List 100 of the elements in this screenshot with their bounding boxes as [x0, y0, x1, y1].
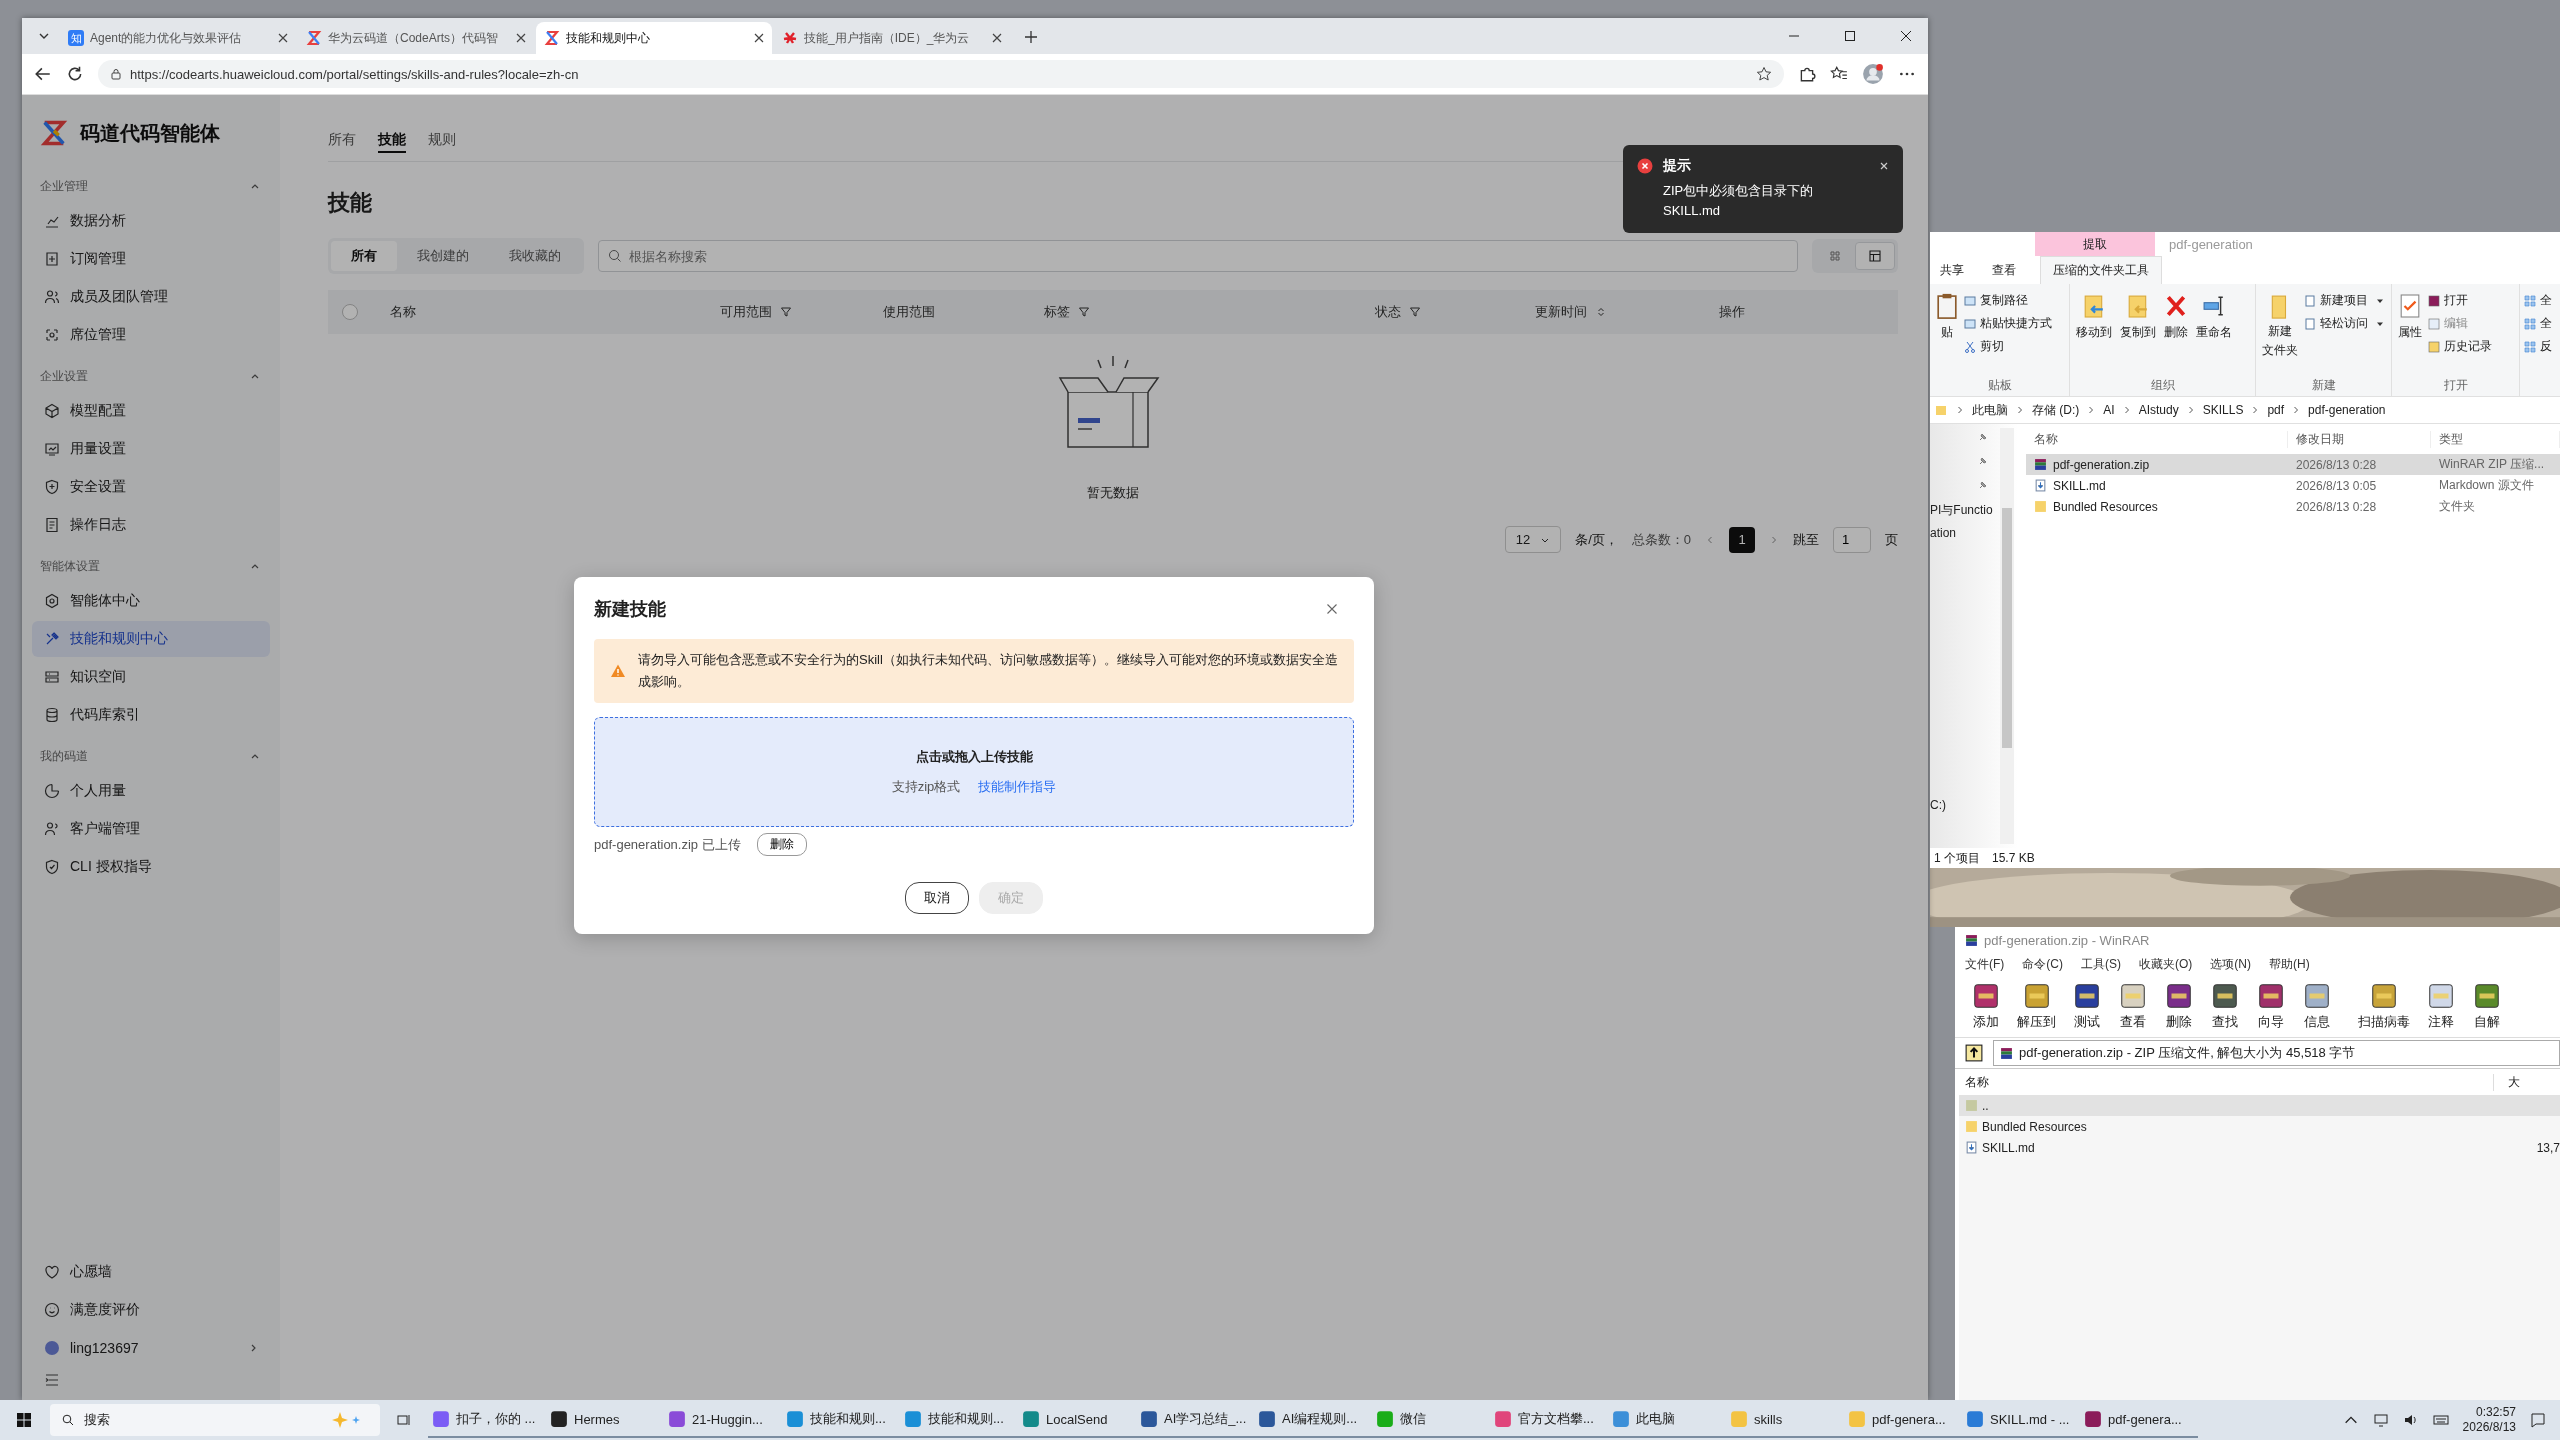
browser-tab[interactable]: 知 Agent的能力优化与效果评估: [60, 22, 296, 54]
close-icon[interactable]: [1326, 603, 1338, 615]
menu-item[interactable]: 文件(F): [1965, 955, 2005, 973]
sidebar-item[interactable]: 知识空间: [32, 659, 270, 695]
column-header[interactable]: 名称: [2026, 430, 2288, 448]
file-row[interactable]: SKILL.md 2026/8/13 0:05 Markdown 源文件: [2026, 475, 2560, 496]
ribbon-item[interactable]: 全: [2524, 292, 2556, 309]
cancel-button[interactable]: 取消: [905, 882, 969, 914]
taskbar-app[interactable]: 技能和规则...: [900, 1402, 1018, 1438]
nav-item[interactable]: C:): [1930, 798, 2018, 822]
page-jump-field[interactable]: 1: [1833, 526, 1871, 553]
ribbon-button[interactable]: 复制到: [2118, 288, 2158, 377]
new-tab-icon[interactable]: [1024, 30, 1038, 44]
path-field[interactable]: pdf-generation.zip - ZIP 压缩文件, 解包大小为 45,518 字节: [1993, 1040, 2560, 1066]
sidebar-item[interactable]: 订阅管理: [32, 241, 270, 277]
column-header[interactable]: 名称: [1959, 1073, 2494, 1091]
section-header[interactable]: 企业管理: [32, 169, 270, 203]
section-header[interactable]: 智能体设置: [32, 549, 270, 583]
ribbon-button[interactable]: 移动到: [2074, 288, 2114, 377]
sidebar-item[interactable]: 技能和规则中心: [32, 621, 270, 657]
ribbon-button[interactable]: 删除: [2162, 288, 2190, 377]
toolbar-button[interactable]: 解压到: [2017, 981, 2056, 1031]
file-row[interactable]: Bundled Resources 2026/8/13 0:28 文件夹: [2026, 496, 2560, 517]
ribbon-item[interactable]: 全: [2524, 315, 2556, 332]
toolbar-button[interactable]: 自解: [2472, 981, 2502, 1031]
breadcrumb-item[interactable]: pdf: [2267, 403, 2285, 417]
menu-item[interactable]: 帮助(H): [2269, 955, 2310, 973]
search-field[interactable]: 搜索: [50, 1404, 380, 1436]
sidebar-item[interactable]: 客户端管理: [32, 811, 270, 847]
column-header[interactable]: 修改日期: [2288, 430, 2431, 448]
toolbar-button[interactable]: 测试: [2072, 981, 2102, 1031]
toolbar-button[interactable]: 查看: [2118, 981, 2148, 1031]
taskbar-app[interactable]: LocalSend: [1018, 1402, 1136, 1438]
section-header[interactable]: 我的码道: [32, 739, 270, 773]
sidebar-item[interactable]: 成员及团队管理: [32, 279, 270, 315]
filter-option[interactable]: 我创建的: [397, 241, 489, 271]
ribbon-tab[interactable]: 共享: [1936, 256, 1968, 284]
upload-area[interactable]: 点击或拖入上传技能 支持zip格式 技能制作指导: [594, 717, 1354, 827]
paste-button[interactable]: 贴: [1934, 288, 1960, 377]
file-row[interactable]: SKILL.md 13,7: [1959, 1137, 2560, 1158]
filter-icon[interactable]: [1409, 306, 1421, 318]
taskbar-app[interactable]: 官方文档攀...: [1490, 1402, 1608, 1438]
user-menu[interactable]: ling123697: [32, 1330, 270, 1366]
browser-tab[interactable]: 华为云码道（CodeArts）代码智: [298, 22, 534, 54]
ribbon-tab[interactable]: 压缩的文件夹工具: [2040, 256, 2162, 284]
ribbon-item[interactable]: 编辑: [2428, 315, 2492, 332]
breadcrumb-item[interactable]: 存储 (D:): [2032, 401, 2080, 419]
back-icon[interactable]: [34, 65, 52, 83]
page-tab[interactable]: 技能: [378, 131, 406, 153]
maximize-icon[interactable]: [1844, 30, 1856, 42]
menu-item[interactable]: 选项(N): [2210, 955, 2251, 973]
page-tab[interactable]: 规则: [428, 131, 456, 153]
sidebar-item[interactable]: CLI 授权指导: [32, 849, 270, 885]
filter-icon[interactable]: [780, 306, 792, 318]
checkbox[interactable]: [342, 304, 358, 320]
sidebar-item[interactable]: 安全设置: [32, 469, 270, 505]
clock[interactable]: 0:32:57 2026/8/13: [2462, 1405, 2516, 1435]
file-row[interactable]: Bundled Resources: [1959, 1116, 2560, 1137]
toolbar-button[interactable]: 信息: [2302, 981, 2332, 1031]
sidebar-item[interactable]: 个人用量: [32, 773, 270, 809]
filter-option[interactable]: 我收藏的: [489, 241, 581, 271]
search-field[interactable]: 根据名称搜索: [598, 240, 1798, 272]
sidebar-item[interactable]: 数据分析: [32, 203, 270, 239]
ribbon-item[interactable]: 新建项目: [2304, 292, 2384, 309]
toolbar-button[interactable]: 注释: [2426, 981, 2456, 1031]
speaker-icon[interactable]: [2402, 1412, 2419, 1428]
sidebar-item[interactable]: 模型配置: [32, 393, 270, 429]
avatar-icon[interactable]: [1862, 63, 1884, 85]
table-view-button[interactable]: [1855, 242, 1895, 270]
close-icon[interactable]: [992, 33, 1002, 43]
taskbar-app[interactable]: 微信: [1372, 1402, 1490, 1438]
ribbon-item[interactable]: 反: [2524, 338, 2556, 355]
close-icon[interactable]: [516, 33, 526, 43]
sidebar-item[interactable]: 满意度评价: [32, 1292, 270, 1328]
breadcrumb-item[interactable]: 此电脑: [1972, 401, 2008, 419]
sidebar-item[interactable]: 智能体中心: [32, 583, 270, 619]
taskbar-app[interactable]: pdf-genera...: [2080, 1402, 2198, 1438]
toolbar-button[interactable]: 添加: [1971, 981, 2001, 1031]
taskbar-app[interactable]: AI编程规则...: [1254, 1402, 1372, 1438]
browser-tab[interactable]: 技能_用户指南（IDE）_华为云: [774, 22, 1010, 54]
page-size-select[interactable]: 12: [1504, 526, 1562, 553]
taskbar-app[interactable]: pdf-genera...: [1844, 1402, 1962, 1438]
page-button[interactable]: 1: [1729, 526, 1755, 553]
new-folder-button[interactable]: 新建 文件夹: [2260, 288, 2300, 377]
network-icon[interactable]: [2372, 1412, 2389, 1428]
filter-option[interactable]: 所有: [331, 241, 397, 271]
file-row[interactable]: pdf-generation.zip 2026/8/13 0:28 WinRAR ZIP 压缩...: [2026, 454, 2560, 475]
sidebar-item[interactable]: 代码库索引: [32, 697, 270, 733]
breadcrumb-item[interactable]: AI: [2103, 403, 2115, 417]
ribbon-item[interactable]: 轻松访问: [2304, 315, 2384, 332]
ribbon-item[interactable]: 剪切: [1964, 338, 2052, 355]
task-view-icon[interactable]: [396, 1412, 412, 1428]
close-icon[interactable]: [754, 33, 764, 43]
taskbar-app[interactable]: 技能和规则...: [782, 1402, 900, 1438]
toolbar-button[interactable]: 查找: [2210, 981, 2240, 1031]
ribbon-item[interactable]: 打开: [2428, 292, 2492, 309]
breadcrumb-item[interactable]: AIstudy: [2138, 403, 2179, 417]
sidebar-item[interactable]: 席位管理: [32, 317, 270, 353]
ribbon-button[interactable]: 重命名: [2194, 288, 2234, 377]
keyboard-icon[interactable]: [2432, 1412, 2449, 1428]
